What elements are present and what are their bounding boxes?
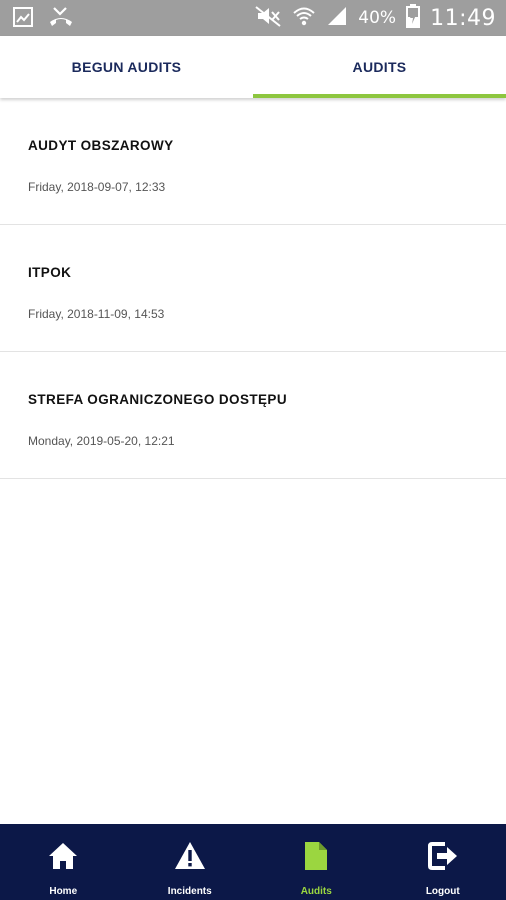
tab-begun-audits[interactable]: BEGUN AUDITS bbox=[0, 36, 253, 98]
status-bar: 40% 11:49 bbox=[0, 0, 506, 36]
signal-icon bbox=[326, 5, 348, 32]
audit-list: AUDYT OBSZAROWY Friday, 2018-09-07, 12:3… bbox=[0, 98, 506, 479]
warning-icon bbox=[174, 840, 206, 872]
nav-label: Logout bbox=[425, 886, 460, 897]
battery-percentage: 40% bbox=[358, 8, 397, 28]
bottom-nav: Home Incidents Audits Logout bbox=[0, 824, 506, 900]
tab-audits[interactable]: AUDITS bbox=[253, 36, 506, 98]
nav-home[interactable]: Home bbox=[0, 824, 127, 900]
logout-icon bbox=[427, 840, 459, 872]
audit-title: STREFA OGRANICZONEGO DOSTĘPU bbox=[28, 392, 287, 407]
battery-icon bbox=[406, 3, 421, 33]
document-icon bbox=[300, 840, 332, 872]
app-screen: 40% 11:49 BEGUN AUDITS AUDITS AUDYT OBSZ… bbox=[0, 0, 506, 900]
nav-label: Home bbox=[49, 886, 78, 897]
audit-date: Friday, 2018-11-09, 14:53 bbox=[28, 307, 165, 321]
wifi-icon bbox=[292, 5, 316, 32]
home-icon bbox=[47, 840, 79, 872]
tab-label: AUDITS bbox=[352, 59, 407, 75]
mute-icon bbox=[254, 5, 282, 32]
list-item[interactable]: STREFA OGRANICZONEGO DOSTĘPU Monday, 201… bbox=[0, 352, 506, 479]
nav-label: Incidents bbox=[167, 886, 212, 897]
missed-call-icon bbox=[48, 6, 74, 33]
gallery-icon bbox=[12, 6, 34, 33]
audit-date: Friday, 2018-09-07, 12:33 bbox=[28, 180, 166, 194]
nav-audits[interactable]: Audits bbox=[253, 824, 380, 900]
active-tab-indicator bbox=[253, 94, 506, 98]
clock: 11:49 bbox=[430, 5, 496, 31]
tab-label: BEGUN AUDITS bbox=[71, 59, 182, 75]
nav-label: Audits bbox=[300, 886, 332, 897]
audit-date: Monday, 2019-05-20, 12:21 bbox=[28, 434, 175, 448]
audit-title: ITPOK bbox=[28, 265, 72, 280]
nav-logout[interactable]: Logout bbox=[380, 824, 506, 900]
list-item[interactable]: AUDYT OBSZAROWY Friday, 2018-09-07, 12:3… bbox=[0, 98, 506, 225]
audit-title: AUDYT OBSZAROWY bbox=[28, 138, 174, 153]
tab-bar: BEGUN AUDITS AUDITS bbox=[0, 36, 506, 98]
list-item[interactable]: ITPOK Friday, 2018-11-09, 14:53 bbox=[0, 225, 506, 352]
nav-incidents[interactable]: Incidents bbox=[127, 824, 254, 900]
